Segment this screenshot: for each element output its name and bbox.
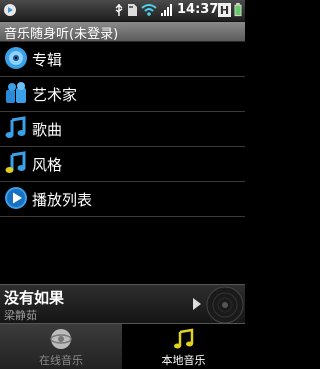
menu-item-songs[interactable]: 歌曲 bbox=[0, 112, 245, 147]
app-title: 音乐随身听(未登录) bbox=[4, 27, 119, 42]
local-music-icon bbox=[173, 328, 193, 349]
artist-icon bbox=[6, 82, 26, 103]
library-menu: 专辑 艺术家 歌曲 风格 播放列表 bbox=[0, 42, 245, 217]
now-playing-artist: 梁静茹 bbox=[4, 309, 37, 322]
album-icon bbox=[5, 47, 27, 69]
sd-card-icon bbox=[128, 4, 137, 16]
song-note-icon bbox=[5, 116, 26, 138]
tab-label: 本地音乐 bbox=[161, 354, 206, 367]
playlist-icon bbox=[5, 187, 27, 209]
tab-local-music[interactable]: 本地音乐 bbox=[122, 323, 245, 369]
play-arrow-icon[interactable] bbox=[192, 297, 202, 311]
battery-icon bbox=[234, 3, 242, 17]
list-empty-area bbox=[0, 217, 245, 283]
play-status-icon bbox=[4, 4, 16, 16]
menu-item-label: 风格 bbox=[32, 156, 63, 174]
menu-item-album[interactable]: 专辑 bbox=[0, 42, 245, 77]
menu-item-artist[interactable]: 艺术家 bbox=[0, 77, 245, 112]
now-playing-song: 没有如果 bbox=[4, 289, 65, 307]
signal-icon bbox=[161, 4, 172, 16]
svg-text:H: H bbox=[220, 4, 229, 17]
online-music-icon bbox=[50, 329, 72, 349]
menu-item-label: 播放列表 bbox=[32, 191, 93, 209]
bottom-tab-bar: 在线音乐 本地音乐 bbox=[0, 323, 245, 369]
h-network-icon: H bbox=[218, 3, 231, 17]
now-playing-bar[interactable]: 没有如果 梁静茹 bbox=[0, 284, 245, 324]
usb-icon bbox=[115, 4, 123, 16]
status-bar: 14:37 H bbox=[0, 0, 245, 22]
menu-item-genre[interactable]: 风格 bbox=[0, 147, 245, 182]
album-disc-icon bbox=[206, 286, 244, 324]
tab-online-music[interactable]: 在线音乐 bbox=[0, 323, 122, 369]
status-time: 14:37 bbox=[177, 2, 219, 17]
menu-item-label: 歌曲 bbox=[32, 121, 63, 139]
menu-item-playlist[interactable]: 播放列表 bbox=[0, 182, 245, 217]
menu-item-label: 专辑 bbox=[32, 51, 63, 69]
menu-item-label: 艺术家 bbox=[32, 86, 78, 104]
app-title-bar: 音乐随身听(未登录) bbox=[0, 22, 245, 42]
wifi-icon bbox=[141, 4, 157, 16]
tab-label: 在线音乐 bbox=[39, 354, 83, 367]
genre-note-icon bbox=[5, 151, 26, 173]
